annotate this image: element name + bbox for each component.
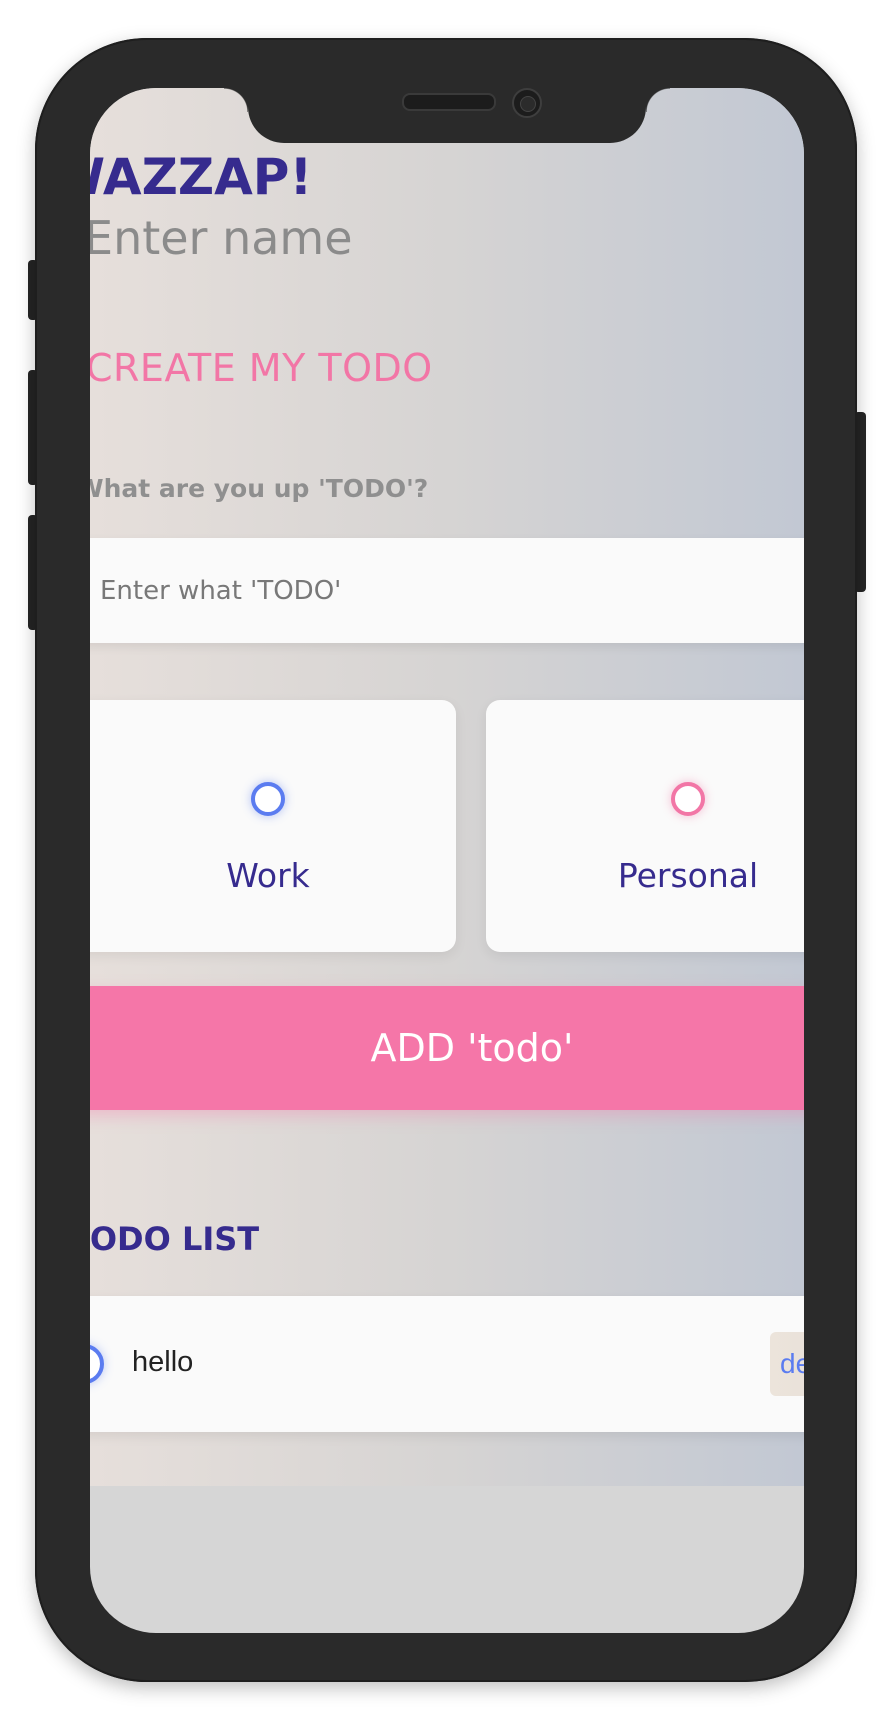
work-radio-icon[interactable] xyxy=(251,782,285,816)
phone-screen: WAZZAP! CREATE MY TODO What are you up '… xyxy=(90,88,804,1633)
todo-list-heading: TODO LIST xyxy=(90,1220,260,1258)
todo-question-label: What are you up 'TODO'? xyxy=(90,474,429,503)
front-camera-icon xyxy=(512,88,542,118)
todo-input[interactable] xyxy=(90,538,804,643)
add-todo-button-label: ADD 'todo' xyxy=(370,1026,574,1070)
delete-todo-button[interactable]: delete xyxy=(770,1332,804,1396)
speaker-grille xyxy=(402,93,496,111)
add-todo-button[interactable]: ADD 'todo' xyxy=(90,986,804,1110)
todo-done-checkbox-icon[interactable] xyxy=(90,1344,104,1384)
name-input[interactable] xyxy=(90,206,484,270)
personal-radio-icon[interactable] xyxy=(671,782,705,816)
todo-list-item: hello delete xyxy=(90,1296,804,1432)
create-todo-heading: CREATE MY TODO xyxy=(90,346,433,390)
category-work-option[interactable]: Work xyxy=(90,700,456,952)
category-work-label: Work xyxy=(226,856,310,895)
greeting-title: WAZZAP! xyxy=(90,148,313,206)
category-personal-option[interactable]: Personal xyxy=(486,700,804,952)
category-personal-label: Personal xyxy=(617,856,759,895)
device-frame: WAZZAP! CREATE MY TODO What are you up '… xyxy=(0,0,892,1720)
todo-item-text: hello xyxy=(132,1346,194,1378)
todo-app: WAZZAP! CREATE MY TODO What are you up '… xyxy=(90,88,804,1486)
